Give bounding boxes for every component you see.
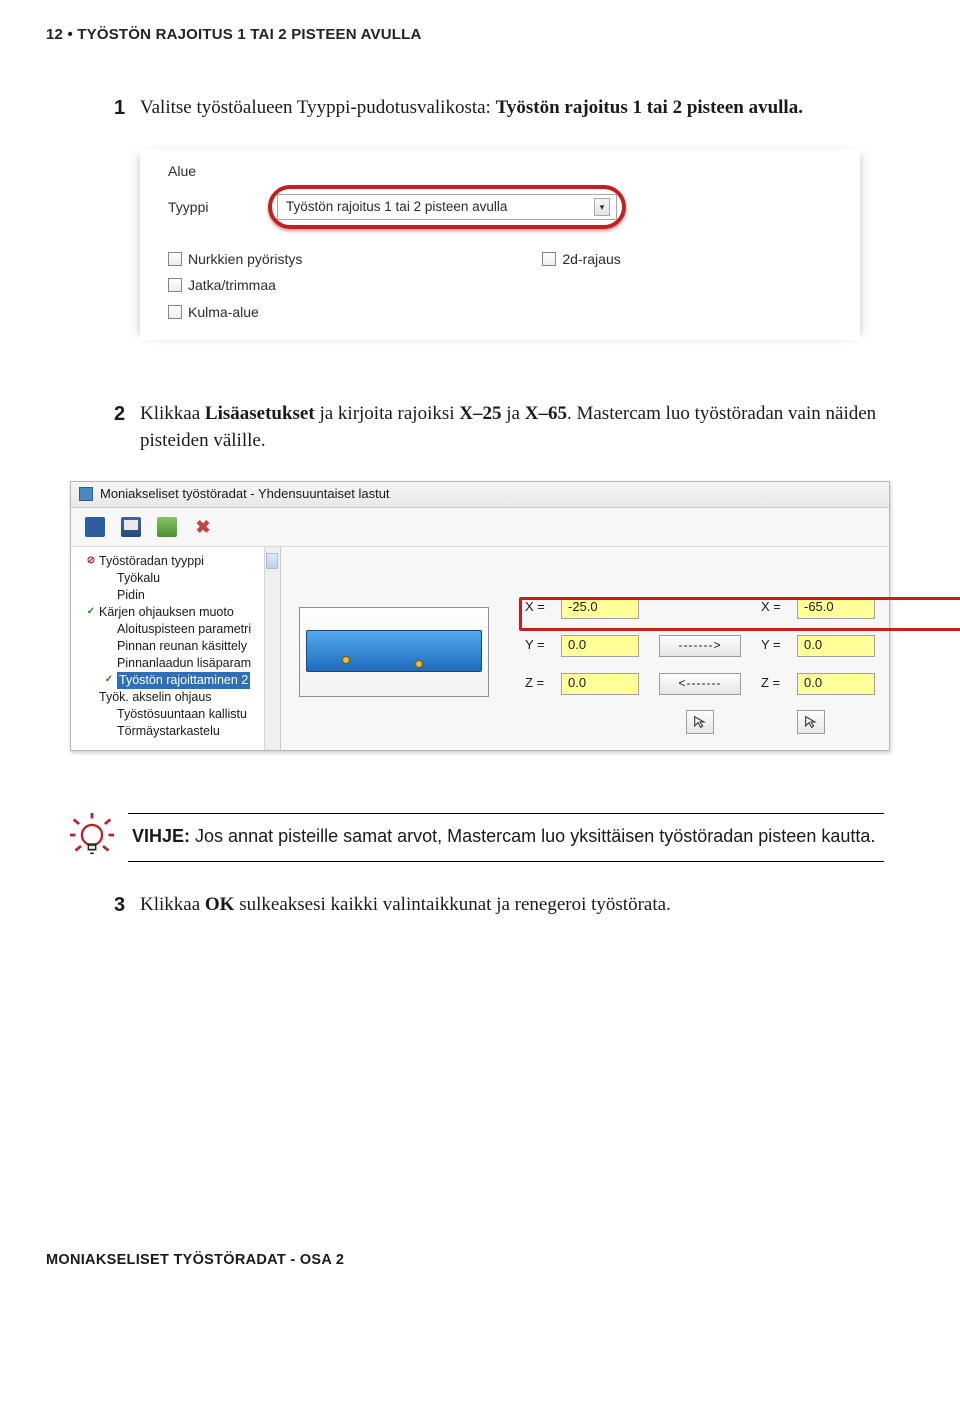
tree-item-label: Pidin xyxy=(117,587,145,604)
y-label: Y = xyxy=(525,636,555,655)
page-number: 12 xyxy=(46,26,63,43)
save-icon[interactable] xyxy=(117,514,145,540)
save-green-icon[interactable] xyxy=(153,514,181,540)
tree-item-label: Työk. akselin ohjaus xyxy=(99,689,212,706)
step-2: 2 Klikkaa Lisäasetukset ja kirjoita rajo… xyxy=(114,400,884,455)
window-title: Moniakseliset työstöradat - Yhdensuuntai… xyxy=(100,485,390,504)
tree-item[interactable]: ·Työk. akselin ohjaus xyxy=(77,689,278,706)
point-b-icon xyxy=(415,660,423,668)
fieldset-legend: Alue xyxy=(168,161,846,181)
tree-item[interactable]: ·Pinnanlaadun lisäparam xyxy=(77,655,278,672)
tree-item-label: Työstösuuntaan kallistu xyxy=(117,706,247,723)
window-icon xyxy=(79,487,93,501)
tree-item[interactable]: ⊘Työstöradan tyyppi xyxy=(77,553,278,570)
x2-input[interactable]: -65.0 xyxy=(797,597,875,619)
coordinates-grid: X = -25.0 X = -65.0 Y = 0.0 -------> Y =… xyxy=(525,593,875,737)
dropdown-value: Työstön rajoitus 1 tai 2 pisteen avulla xyxy=(286,197,507,217)
screenshot-area-type: Alue Tyyppi Työstön rajoitus 1 tai 2 pis… xyxy=(140,149,860,340)
pick-point-button-2[interactable] xyxy=(797,710,825,734)
right-panel: X = -25.0 X = -65.0 Y = 0.0 -------> Y =… xyxy=(281,547,889,750)
page-title: TYÖSTÖN RAJOITUS 1 TAI 2 PISTEEN AVULLA xyxy=(77,26,421,43)
highlight-circle: Työstön rajoitus 1 tai 2 pisteen avulla … xyxy=(268,185,626,229)
checkbox-corner-rounding[interactable]: Nurkkien pyöristys xyxy=(168,249,302,269)
tree-item[interactable]: ·Työstösuuntaan kallistu xyxy=(77,706,278,723)
screenshot-window: Moniakseliset työstöradat - Yhdensuuntai… xyxy=(70,481,890,751)
tree-item[interactable]: ·Törmäystarkastelu xyxy=(77,723,278,740)
step-number: 1 xyxy=(114,94,140,123)
tree-item-label: Työstön rajoittaminen 2 xyxy=(117,672,250,689)
z-label: Z = xyxy=(525,674,555,693)
tool-icon[interactable] xyxy=(81,514,109,540)
z2-input[interactable]: 0.0 xyxy=(797,673,875,695)
tip-label: VIHJE: xyxy=(132,826,190,846)
tree-item[interactable]: ·Pinnan reunan käsittely xyxy=(77,638,278,655)
check-mark-icon: ✓ xyxy=(103,673,115,688)
type-label: Tyyppi xyxy=(168,197,268,217)
check-mark-icon: ✓ xyxy=(85,605,97,620)
x-label: X = xyxy=(525,598,555,617)
step-3: 3 Klikkaa OK sulkeaksesi kaikki valintai… xyxy=(114,891,884,920)
page-header: 12 • TYÖSTÖN RAJOITUS 1 TAI 2 PISTEEN AV… xyxy=(46,24,914,46)
tip-text: Jos annat pisteille samat arvot, Masterc… xyxy=(190,826,875,846)
tree-item[interactable]: ✓Kärjen ohjauksen muoto xyxy=(77,604,278,621)
checkbox-icon xyxy=(168,252,182,266)
preview-graphic xyxy=(299,607,489,697)
x-label-2: X = xyxy=(761,598,791,617)
step-number: 3 xyxy=(114,891,140,920)
window-titlebar: Moniakseliset työstöradat - Yhdensuuntai… xyxy=(71,482,889,508)
toolbar: ✖ xyxy=(71,508,889,547)
z1-input[interactable]: 0.0 xyxy=(561,673,639,695)
cursor-icon xyxy=(803,714,819,730)
y2-input[interactable]: 0.0 xyxy=(797,635,875,657)
error-mark-icon: ⊘ xyxy=(85,554,97,569)
scrollbar[interactable] xyxy=(264,547,280,750)
chevron-down-icon[interactable]: ▾ xyxy=(594,198,610,216)
checkbox-icon xyxy=(168,305,182,319)
tree-item-label: Pinnan reunan käsittely xyxy=(117,638,247,655)
y-label-2: Y = xyxy=(761,636,791,655)
pick-point-button-1[interactable] xyxy=(686,710,714,734)
checkbox-2d-rajaus[interactable]: 2d-rajaus xyxy=(542,249,620,269)
scroll-thumb[interactable] xyxy=(266,553,278,569)
point-a-icon xyxy=(342,656,350,664)
tree-panel: ⊘Työstöradan tyyppi·Työkalu·Pidin✓Kärjen… xyxy=(71,547,281,750)
tree-item-label: Työstöradan tyyppi xyxy=(99,553,204,570)
tree-item-label: Kärjen ohjauksen muoto xyxy=(99,604,234,621)
lightbulb-icon xyxy=(70,813,114,866)
checkbox-kulma-alue[interactable]: Kulma-alue xyxy=(168,302,846,322)
step-1: 1 Valitse työstöalueen Tyyppi-pudotusval… xyxy=(114,94,884,123)
checkbox-icon xyxy=(542,252,556,266)
arrow-left-button[interactable]: <------- xyxy=(659,673,741,695)
arrow-right-button[interactable]: -------> xyxy=(659,635,741,657)
tree-item-label: Törmäystarkastelu xyxy=(117,723,220,740)
close-icon[interactable]: ✖ xyxy=(189,514,217,540)
checkbox-icon xyxy=(168,278,182,292)
tip-block: VIHJE: Jos annat pisteille samat arvot, … xyxy=(70,813,884,866)
tree-item[interactable]: ·Pidin xyxy=(77,587,278,604)
cursor-icon xyxy=(692,714,708,730)
tree-item-label: Aloituspisteen parametri xyxy=(117,621,251,638)
checkbox-jatka-trimmaa[interactable]: Jatka/trimmaa xyxy=(168,275,846,295)
tree-item-label: Pinnanlaadun lisäparam xyxy=(117,655,251,672)
type-dropdown[interactable]: Työstön rajoitus 1 tai 2 pisteen avulla … xyxy=(277,194,617,220)
z-label-2: Z = xyxy=(761,674,791,693)
tree-item[interactable]: ·Työkalu xyxy=(77,570,278,587)
y1-input[interactable]: 0.0 xyxy=(561,635,639,657)
step-number: 2 xyxy=(114,400,140,455)
page-footer: MONIAKSELISET TYÖSTÖRADAT - OSA 2 xyxy=(46,1250,914,1271)
tree-item-label: Työkalu xyxy=(117,570,160,587)
tree-item[interactable]: ·Aloituspisteen parametri xyxy=(77,621,278,638)
x1-input[interactable]: -25.0 xyxy=(561,597,639,619)
tree-item[interactable]: ✓Työstön rajoittaminen 2 xyxy=(77,672,278,689)
